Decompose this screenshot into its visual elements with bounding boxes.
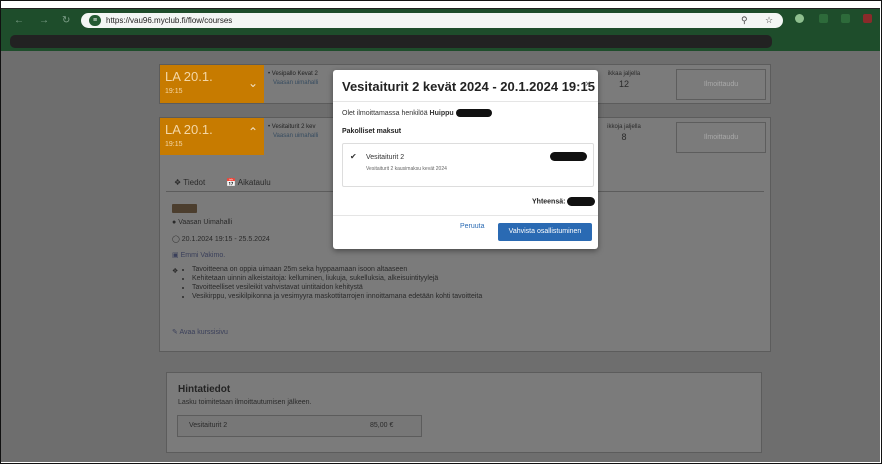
location: ● Vaasan Uimahalli <box>172 219 233 226</box>
mandatory-fees-title: Pakolliset maksut <box>342 128 402 135</box>
fee-item-description: Vesitaiturit 2 kausimaksu kevät 2024 <box>366 166 447 172</box>
chevron-up-icon[interactable]: ⌃ <box>248 125 258 139</box>
redacted-name <box>455 109 492 117</box>
event-location-link[interactable]: Vaasan uimahalli <box>273 133 318 139</box>
register-button[interactable]: Ilmoittaudu <box>676 122 766 153</box>
registration-modal: Vesitaiturit 2 kevät 2024 - 20.1.2024 19… <box>333 70 598 249</box>
page-content: LA 20.1. 19:15 ⌄ • Vesipallo Kevat 2 Vaa… <box>1 51 880 462</box>
register-button[interactable]: Ilmoittaudu <box>676 69 766 100</box>
bookmark-star-icon[interactable]: ☆ <box>765 15 773 26</box>
redacted-bookmarks <box>10 35 772 48</box>
date-range: ◯ 20.1.2024 19:15 - 25.5.2024 <box>172 236 270 243</box>
person-name: Huippu <box>429 109 454 117</box>
address-bar[interactable]: ≡ https://vau96.myclub.fi/flow/courses ⚲… <box>81 13 783 28</box>
date-range-text: 20.1.2024 19:15 - 25.5.2024 <box>181 236 270 243</box>
instructor-text: Emmi Vakimo. <box>180 252 226 259</box>
zoom-icon[interactable]: ⚲ <box>741 15 748 26</box>
back-icon[interactable]: ← <box>14 15 24 26</box>
event-title: • Vesipallo Kevat 2 <box>268 71 318 77</box>
spots-value: 8 <box>621 132 627 142</box>
close-icon[interactable]: × <box>585 79 591 90</box>
modal-divider <box>333 101 598 102</box>
extension-icon[interactable] <box>841 14 850 23</box>
list-item: Kehitetaan uinnin alkeistaitoja: kellumi… <box>192 274 482 283</box>
list-item: Vesikirppu, vesikilpikonna ja vesimyyra … <box>192 292 482 301</box>
redacted-price <box>550 152 587 161</box>
modal-title: Vesitaiturit 2 kevät 2024 - 20.1.2024 19… <box>342 79 595 94</box>
event-time: 19:15 <box>165 88 183 95</box>
fee-item-name: Vesitaiturit 2 <box>366 154 405 161</box>
instructor[interactable]: ▣ Emmi Vakimo. <box>172 251 225 259</box>
redacted-total <box>567 197 596 206</box>
spots-label: ikkoja jaljella <box>607 124 641 130</box>
event-time: 19:15 <box>165 141 183 148</box>
total-label: Yhteensä: <box>532 198 566 206</box>
event-date-box[interactable]: LA 20.1. 19:15 ⌄ <box>160 65 264 103</box>
registering-label: Olet ilmoittamassa henkilöä <box>342 109 428 117</box>
pricing-title: Hintatiedot <box>178 384 231 395</box>
fee-item: ✔ Vesitaiturit 2 Vesitaiturit 2 kausimak… <box>342 143 594 187</box>
price-row: Vesitaiturit 2 85,00 € <box>177 415 422 437</box>
list-item: Tavoitteena on oppia uimaan 25m seka hyp… <box>192 265 482 274</box>
price-item: Vesitaiturit 2 <box>189 422 228 429</box>
event-date: LA 20.1. <box>165 122 213 137</box>
chevron-down-icon[interactable]: ⌄ <box>248 76 258 90</box>
event-date-box[interactable]: LA 20.1. 19:15 ⌃ <box>160 118 264 156</box>
tab-info-label: Tiedot <box>183 178 206 187</box>
spots-label: ikkaa jaljella <box>607 71 641 77</box>
price-value: 85,00 € <box>370 422 394 429</box>
tab-schedule[interactable]: 📅 Aikataulu <box>226 178 271 187</box>
extension-icon[interactable] <box>795 14 804 23</box>
status-badge <box>172 204 197 213</box>
confirm-button[interactable]: Vahvista osallistuminen <box>498 223 592 241</box>
reload-icon[interactable]: ↻ <box>62 15 70 26</box>
pricing-note: Lasku toimitetaan ilmoittautumisen jälke… <box>178 399 312 406</box>
info-icon: ❖ <box>174 178 182 187</box>
event-location-link[interactable]: Vaasan uimahalli <box>273 80 318 86</box>
profile-icon[interactable] <box>863 14 872 23</box>
pricing-panel: Hintatiedot Lasku toimitetaan ilmoittaut… <box>166 372 762 453</box>
course-goals-list: Tavoitteena on oppia uimaan 25m seka hyp… <box>182 265 482 301</box>
extension-icon[interactable] <box>819 14 828 23</box>
site-info-icon[interactable]: ≡ <box>89 15 101 26</box>
open-course-label: Avaa kurssisivu <box>179 329 228 336</box>
spots-value: 12 <box>618 79 629 89</box>
browser-toolbar: ← → ↻ ≡ https://vau96.myclub.fi/flow/cou… <box>1 9 880 31</box>
location-text: Vaasan Uimahalli <box>178 219 233 226</box>
list-item: Tavoitteelliset vesileikit vahvistavat u… <box>192 283 482 292</box>
forward-icon[interactable]: → <box>39 15 49 26</box>
tab-schedule-label: Aikataulu <box>237 178 271 187</box>
modal-divider <box>333 215 598 216</box>
event-title: • Vesitaiturit 2 kev <box>268 124 316 130</box>
url-text: https://vau96.myclub.fi/flow/courses <box>106 16 233 25</box>
check-icon: ✔ <box>350 152 357 161</box>
title-bar <box>1 1 880 9</box>
calendar-icon: 📅 <box>226 178 236 187</box>
event-date: LA 20.1. <box>165 69 213 84</box>
spots-left: ikkaa jaljella 12 <box>598 71 650 89</box>
spots-left: ikkoja jaljella 8 <box>598 124 650 142</box>
open-course-link[interactable]: ✎ Avaa kurssisivu <box>172 328 228 336</box>
info-bullet-icon: ❖ <box>172 268 179 275</box>
registering-text: Olet ilmoittamassa henkilöä Huippu <box>342 109 492 117</box>
tab-info[interactable]: ❖ Tiedot <box>174 178 205 187</box>
total: Yhteensä: <box>532 197 596 206</box>
bookmarks-bar <box>1 31 880 51</box>
cancel-button[interactable]: Peruuta <box>460 223 485 230</box>
